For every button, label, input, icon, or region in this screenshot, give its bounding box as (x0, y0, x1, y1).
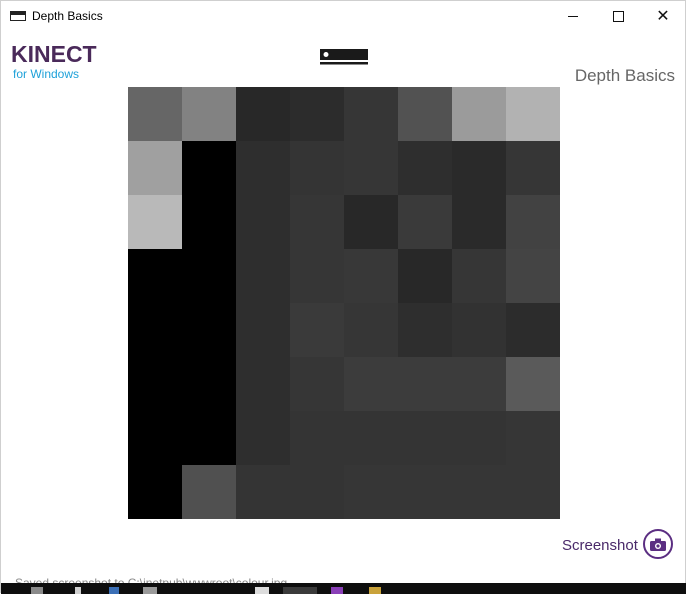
maximize-icon (612, 11, 624, 22)
depth-pixel (506, 141, 560, 195)
depth-pixel (344, 87, 398, 141)
maximize-button[interactable] (595, 1, 641, 32)
depth-pixel (452, 141, 506, 195)
depth-pixel (128, 411, 182, 465)
depth-pixel (236, 303, 290, 357)
depth-pixel (128, 303, 182, 357)
depth-pixel (452, 87, 506, 141)
minimize-button[interactable] (550, 1, 596, 32)
close-button[interactable]: ✕ (640, 1, 686, 32)
depth-pixel (452, 465, 506, 519)
depth-pixel (182, 141, 236, 195)
depth-pixel (236, 141, 290, 195)
title-bar[interactable]: Depth Basics ✕ (1, 1, 686, 32)
depth-pixel (236, 87, 290, 141)
depth-pixel (506, 411, 560, 465)
page-title: Depth Basics (574, 66, 675, 85)
kinect-logo-subtitle: for Windows (13, 67, 80, 81)
close-icon: ✕ (656, 7, 670, 25)
depth-pixel (182, 465, 236, 519)
depth-pixel (236, 195, 290, 249)
depth-pixel (344, 195, 398, 249)
depth-pixel (182, 357, 236, 411)
depth-pixel (506, 249, 560, 303)
depth-pixel (236, 357, 290, 411)
depth-pixel (506, 357, 560, 411)
screenshot-button[interactable] (643, 529, 673, 559)
depth-pixel (506, 303, 560, 357)
depth-pixel (290, 249, 344, 303)
window-app-icon (10, 11, 26, 21)
depth-pixel (290, 357, 344, 411)
app-window: Depth Basics ✕ KINECT for Windows Depth … (0, 0, 686, 594)
depth-pixel (344, 141, 398, 195)
depth-pixel (128, 249, 182, 303)
depth-pixel (452, 357, 506, 411)
depth-pixel (506, 87, 560, 141)
depth-pixel (452, 249, 506, 303)
depth-pixel (290, 411, 344, 465)
depth-pixel (398, 411, 452, 465)
depth-pixel (452, 411, 506, 465)
depth-pixel (236, 465, 290, 519)
depth-pixel (398, 87, 452, 141)
depth-pixel (182, 249, 236, 303)
depth-pixel (128, 465, 182, 519)
window-title: Depth Basics (32, 9, 103, 23)
camera-icon (650, 538, 666, 551)
depth-pixel (398, 465, 452, 519)
depth-pixel (290, 141, 344, 195)
depth-pixel (344, 411, 398, 465)
depth-pixel (290, 87, 344, 141)
depth-image (128, 87, 560, 519)
depth-pixel (398, 141, 452, 195)
depth-pixel (506, 195, 560, 249)
depth-pixel (290, 195, 344, 249)
depth-pixel (128, 357, 182, 411)
depth-pixel (452, 195, 506, 249)
depth-pixel (398, 195, 452, 249)
depth-pixel (290, 303, 344, 357)
depth-pixel (128, 141, 182, 195)
depth-pixel (182, 195, 236, 249)
kinect-sensor-icon (320, 49, 368, 65)
depth-pixel (182, 87, 236, 141)
depth-pixel (290, 465, 344, 519)
depth-pixel (344, 357, 398, 411)
depth-pixel (344, 249, 398, 303)
depth-pixel (182, 303, 236, 357)
depth-pixel (128, 195, 182, 249)
depth-pixel (452, 303, 506, 357)
depth-pixel (506, 465, 560, 519)
screenshot-label[interactable]: Screenshot (562, 537, 638, 554)
kinect-logo: KINECT (11, 41, 97, 67)
depth-pixel (344, 465, 398, 519)
minimize-icon (568, 16, 578, 17)
depth-pixel (398, 303, 452, 357)
depth-pixel (236, 249, 290, 303)
depth-pixel (398, 249, 452, 303)
depth-pixel (344, 303, 398, 357)
depth-pixel (398, 357, 452, 411)
depth-pixel (128, 87, 182, 141)
taskbar (1, 583, 686, 594)
depth-pixel (236, 411, 290, 465)
depth-pixel (182, 411, 236, 465)
